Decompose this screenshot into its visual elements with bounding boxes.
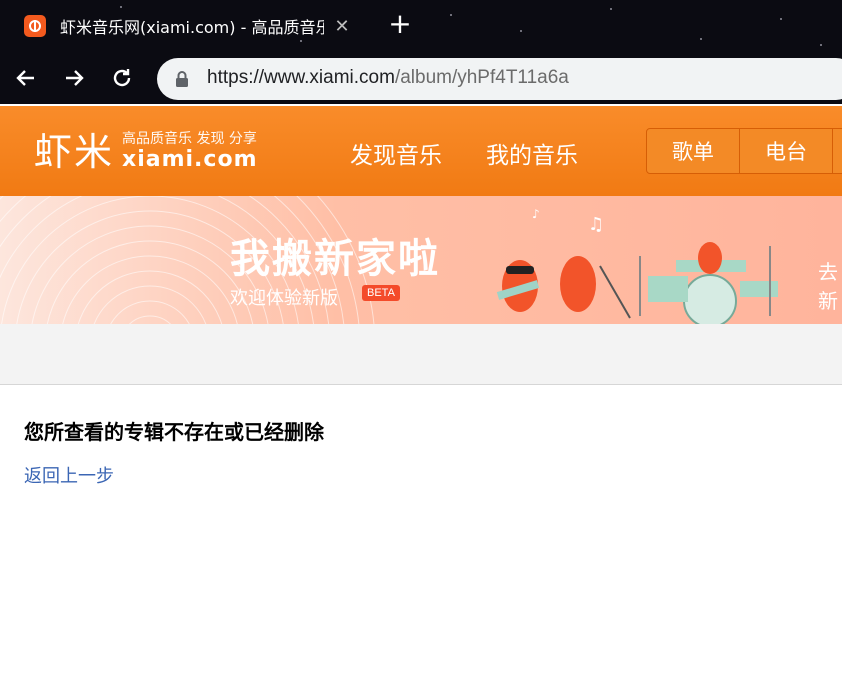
tab-title: 虾米音乐网(xiami.com) - 高品质音乐 发现 分享 [60, 18, 324, 37]
segment-radio[interactable]: 电台 [740, 129, 833, 173]
shrimp-guitarist-illustration [496, 260, 540, 312]
shrimp-singer-illustration: ♫ ♪ [532, 207, 631, 319]
drum-kit-illustration [639, 242, 778, 324]
xiami-logo[interactable]: 虾米 高品质音乐 发现 分享 xiami.com [34, 130, 258, 172]
go-back-link[interactable]: 返回上一步 [24, 462, 114, 488]
banner-subtitle: 欢迎体验新版 [230, 288, 338, 309]
banner-cta-text[interactable]: 去新 [818, 256, 842, 314]
back-arrow-icon[interactable] [12, 64, 40, 92]
logo-slogan: 高品质音乐 发现 分享 [122, 131, 257, 147]
lock-icon [175, 70, 189, 92]
browser-tab-strip: 虾米音乐网(xiami.com) - 高品质音乐 发现 分享 ✕ + [0, 0, 842, 52]
category-segment: 歌单 电台 [646, 128, 842, 174]
banner-bottom-strip [0, 324, 842, 385]
xiami-favicon-icon [24, 15, 46, 37]
nav-my-music[interactable]: 我的音乐 [486, 136, 578, 170]
svg-text:♪: ♪ [532, 207, 540, 221]
browser-tab[interactable]: 虾米音乐网(xiami.com) - 高品质音乐 发现 分享 ✕ [14, 8, 366, 44]
url-domain: https://www.xiami.com [207, 67, 395, 88]
url-text: https://www.xiami.com/album/yhPf4T11a6a [207, 67, 569, 89]
new-tab-plus-icon[interactable]: + [386, 10, 414, 38]
logo-domain: xiami.com [122, 147, 258, 172]
forward-arrow-icon[interactable] [60, 64, 88, 92]
banner-title: 我搬新家啦 [230, 236, 440, 282]
logo-main-text: 虾米 [34, 130, 115, 174]
segment-playlist[interactable]: 歌单 [647, 129, 740, 173]
url-path: /album/yhPf4T11a6a [394, 67, 569, 88]
error-message: 您所查看的专辑不存在或已经删除 [24, 420, 324, 444]
close-tab-icon[interactable]: ✕ [332, 16, 352, 37]
reload-icon[interactable] [108, 64, 136, 92]
address-bar[interactable]: https://www.xiami.com/album/yhPf4T11a6a [157, 58, 842, 100]
svg-text:♫: ♫ [588, 214, 604, 235]
nav-discover-music[interactable]: 发现音乐 [350, 136, 442, 170]
beta-badge: BETA [362, 285, 400, 301]
